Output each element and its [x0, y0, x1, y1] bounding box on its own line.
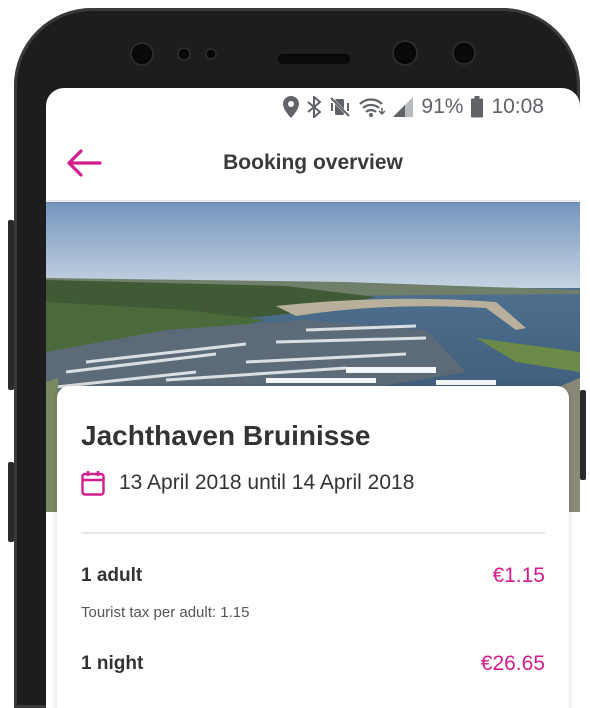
divider — [81, 532, 545, 534]
line-item-nights: 1 night €26.65 — [81, 652, 545, 676]
front-camera — [132, 44, 152, 64]
power-button — [580, 390, 586, 480]
clock: 10:08 — [491, 95, 544, 118]
volume-button — [8, 220, 14, 390]
line-item-adults: 1 adult €1.15 — [81, 564, 545, 588]
line-item-price: €26.65 — [480, 652, 545, 675]
battery-icon — [471, 96, 484, 118]
iris-scanner — [394, 42, 416, 64]
wifi-icon — [359, 98, 386, 117]
vibrate-icon — [330, 96, 351, 118]
phone-frame: 91% 10:08 Booking overview Jachthaven Br… — [14, 8, 580, 708]
marina-name: Jachthaven Bruinisse — [81, 420, 371, 451]
proximity-sensor — [454, 43, 474, 63]
app-screen: 91% 10:08 Booking overview Jachthaven Br… — [46, 88, 580, 708]
calendar-icon — [81, 471, 105, 496]
location-icon — [283, 96, 300, 118]
booking-card: Jachthaven Bruinisse 13 April 2018 until… — [57, 386, 569, 708]
signal-icon — [393, 97, 414, 117]
page-title: Booking overview — [223, 151, 403, 174]
bluetooth-icon — [307, 96, 322, 118]
line-item-price: €1.15 — [492, 564, 545, 587]
sensor-dot — [207, 50, 215, 58]
sensor-dot — [179, 49, 189, 59]
status-bar: 91% 10:08 — [46, 88, 580, 126]
earpiece-speaker — [278, 54, 350, 64]
line-item-label: 1 adult — [81, 565, 143, 586]
tourist-tax-note: Tourist tax per adult: 1.15 — [81, 604, 250, 621]
booking-dates: 13 April 2018 until 14 April 2018 — [81, 470, 414, 496]
arrow-left-icon[interactable] — [66, 148, 102, 178]
battery-percent: 91% — [421, 95, 464, 118]
date-range: 13 April 2018 until 14 April 2018 — [119, 471, 415, 494]
app-bar: Booking overview — [46, 126, 580, 200]
bixby-button — [8, 462, 14, 542]
line-item-label: 1 night — [81, 653, 144, 674]
